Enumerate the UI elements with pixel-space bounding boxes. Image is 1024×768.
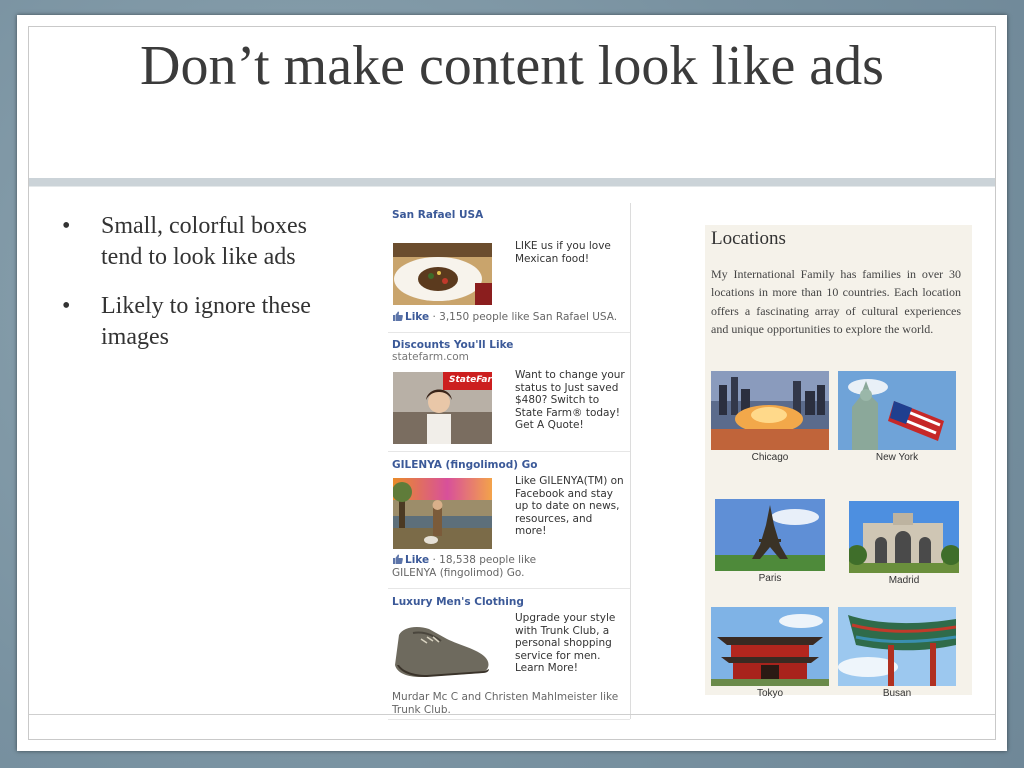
footer-divider [29, 714, 995, 715]
ad-domain[interactable]: statefarm.com [392, 351, 626, 363]
chicago-image[interactable] [711, 371, 829, 450]
ad-body-text: LIKE us if you love Mexican food! [515, 240, 611, 265]
facebook-ads-column: San Rafael USA LIKE us if you love Mexic… [388, 203, 631, 720]
city-label[interactable]: Tokyo [711, 688, 829, 699]
ad-title[interactable]: Luxury Men's Clothing [392, 596, 626, 608]
slide-title: Don’t make content look like ads [140, 35, 884, 97]
mexican-food-image[interactable] [393, 243, 492, 305]
locations-heading: Locations [711, 228, 786, 249]
like-link[interactable]: Like [405, 554, 429, 566]
locations-panel: Locations My International Family has fa… [705, 225, 972, 699]
ad-title[interactable]: Discounts You'll Like [392, 339, 626, 351]
title-divider-shadow [29, 186, 995, 187]
thumbs-up-icon[interactable] [392, 554, 403, 564]
ad-like-line: Like · 3,150 people like San Rafael USA. [392, 311, 626, 324]
city-label[interactable]: Madrid [849, 575, 959, 586]
ad-like-line: Like · 18,538 people like GILENYA (fingo… [392, 554, 572, 579]
bullet-item: • Likely to ignore these images [62, 291, 312, 353]
ad-trunk-club[interactable]: Luxury Men's Clothing [392, 596, 626, 608]
ad-separator [388, 451, 630, 452]
city-label[interactable]: New York [838, 452, 956, 463]
ad-state-farm[interactable]: Discounts You'll Like statefarm.com [392, 339, 626, 363]
bullet-text: Likely to ignore these images [101, 293, 311, 350]
madrid-image[interactable] [849, 501, 959, 573]
slide: Don’t make content look like ads • Small… [17, 15, 1007, 751]
ad-title[interactable]: GILENYA (fingolimod) Go [392, 459, 626, 471]
like-count-text: · 3,150 people like San Rafael USA. [429, 311, 618, 323]
ad-body-text: Want to change your status to Just saved… [515, 369, 625, 431]
gilenya-image[interactable] [393, 478, 492, 549]
bullet-marker: • [62, 213, 71, 239]
new-york-image[interactable] [838, 371, 956, 450]
city-card-tokyo[interactable]: Tokyo [711, 607, 829, 699]
ad-separator [388, 332, 630, 333]
ad-san-rafael[interactable]: San Rafael USA [392, 209, 626, 221]
like-link[interactable]: Like [405, 311, 429, 323]
thumbs-up-icon[interactable] [392, 311, 403, 321]
paris-image[interactable] [715, 499, 825, 571]
ad-gilenya[interactable]: GILENYA (fingolimod) Go [392, 459, 626, 471]
city-label[interactable]: Chicago [711, 452, 829, 463]
ad-body-text: Like GILENYA(TM) on Facebook and stay up… [515, 475, 624, 537]
ad-social-line: Murdar Mc C and Christen Mahlmeister lik… [392, 691, 619, 716]
ad-title[interactable]: San Rafael USA [392, 209, 626, 221]
city-card-chicago[interactable]: Chicago [711, 371, 829, 463]
state-farm-image[interactable]: StateFarm [393, 372, 492, 444]
bullet-list: • Small, colorful boxes tend to look lik… [62, 211, 312, 371]
bullet-marker: • [62, 293, 71, 319]
ad-body-text: Upgrade your style with Trunk Club, a pe… [515, 612, 616, 674]
state-farm-logo-text: StateFarm [449, 375, 492, 385]
ad-separator [388, 588, 630, 589]
city-card-new-york[interactable]: New York [838, 371, 956, 463]
title-divider [29, 178, 995, 186]
city-card-madrid[interactable]: Madrid [849, 501, 959, 586]
city-label[interactable]: Paris [715, 573, 825, 584]
busan-image[interactable] [838, 607, 956, 686]
tokyo-image[interactable] [711, 607, 829, 686]
city-label[interactable]: Busan [838, 688, 956, 699]
city-card-paris[interactable]: Paris [715, 499, 825, 584]
bullet-text: Small, colorful boxes tend to look like … [101, 213, 307, 270]
ad-separator [388, 719, 630, 720]
bullet-item: • Small, colorful boxes tend to look lik… [62, 211, 312, 273]
city-card-busan[interactable]: Busan [838, 607, 956, 699]
locations-description: My International Family has families in … [711, 267, 961, 336]
shoe-image[interactable] [393, 613, 492, 685]
